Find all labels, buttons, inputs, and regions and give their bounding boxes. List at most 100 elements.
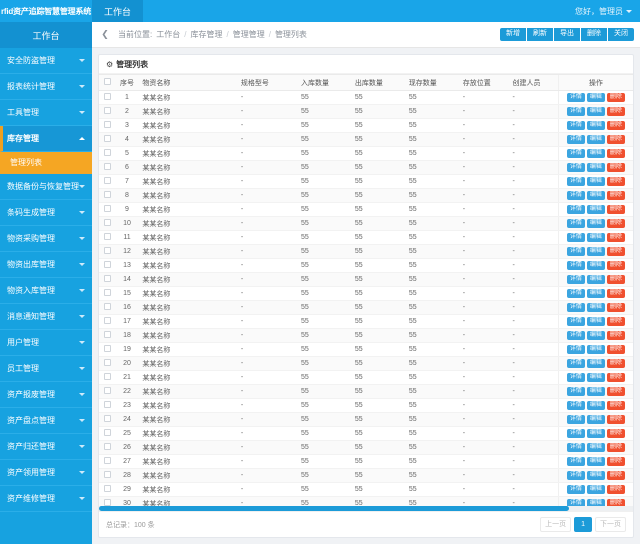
add-button[interactable]: 新增 xyxy=(500,28,526,41)
edit-button[interactable]: 编辑 xyxy=(586,288,605,299)
edit-button[interactable]: 编辑 xyxy=(586,484,605,495)
row-checkbox[interactable] xyxy=(103,415,111,422)
table-row[interactable]: 17 某某名称 -55 55 55- - 详情 编辑 删除 xyxy=(99,314,633,329)
sidebar-item-security[interactable]: 安全防盗管理 xyxy=(0,48,92,74)
breadcrumb-item-2[interactable]: 管理管理 xyxy=(233,29,265,40)
column-header-index[interactable]: 序号 xyxy=(115,74,139,91)
table-row[interactable]: 7 某某名称 -55 55 55- - 详情 编辑 删除 xyxy=(99,174,633,189)
detail-button[interactable]: 详情 xyxy=(566,148,585,159)
delete-button[interactable]: 删除 xyxy=(581,28,607,41)
export-button[interactable]: 导出 xyxy=(554,28,580,41)
table-row[interactable]: 6 某某名称 -55 55 55- - 详情 编辑 删除 xyxy=(99,160,633,175)
edit-button[interactable]: 编辑 xyxy=(586,358,605,369)
edit-button[interactable]: 编辑 xyxy=(586,162,605,173)
table-row[interactable]: 12 某某名称 -55 55 55- - 详情 编辑 删除 xyxy=(99,244,633,259)
sidebar-item-users[interactable]: 用户管理 xyxy=(0,330,92,356)
table-row[interactable]: 5 某某名称 -55 55 55- - 详情 编辑 删除 xyxy=(99,146,633,161)
edit-button[interactable]: 编辑 xyxy=(586,176,605,187)
delete-button[interactable]: 删除 xyxy=(606,302,625,313)
row-checkbox[interactable] xyxy=(103,93,111,100)
detail-button[interactable]: 详情 xyxy=(566,204,585,215)
detail-button[interactable]: 详情 xyxy=(566,386,585,397)
delete-button[interactable]: 删除 xyxy=(606,190,625,201)
sidebar-item-inbound[interactable]: 物资入库管理 xyxy=(0,278,92,304)
row-checkbox[interactable] xyxy=(103,205,111,212)
delete-button[interactable]: 删除 xyxy=(606,288,625,299)
detail-button[interactable]: 详情 xyxy=(566,260,585,271)
edit-button[interactable]: 编辑 xyxy=(586,372,605,383)
detail-button[interactable]: 详情 xyxy=(566,176,585,187)
edit-button[interactable]: 编辑 xyxy=(586,302,605,313)
table-row[interactable]: 20 某某名称 -55 55 55- - 详情 编辑 删除 xyxy=(99,356,633,371)
delete-button[interactable]: 删除 xyxy=(606,344,625,355)
sidebar-item-employees[interactable]: 员工管理 xyxy=(0,356,92,382)
edit-button[interactable]: 编辑 xyxy=(586,148,605,159)
detail-button[interactable]: 详情 xyxy=(566,134,585,145)
edit-button[interactable]: 编辑 xyxy=(586,428,605,439)
delete-button[interactable]: 删除 xyxy=(606,316,625,327)
edit-button[interactable]: 编辑 xyxy=(586,120,605,131)
row-checkbox[interactable] xyxy=(103,317,111,324)
detail-button[interactable]: 详情 xyxy=(566,428,585,439)
column-header-creator[interactable]: 创建人员 xyxy=(508,74,559,91)
sidebar-item-maintenance[interactable]: 资产维修管理 xyxy=(0,486,92,512)
detail-button[interactable]: 详情 xyxy=(566,400,585,411)
edit-button[interactable]: 编辑 xyxy=(586,92,605,103)
edit-button[interactable]: 编辑 xyxy=(586,442,605,453)
refresh-button[interactable]: 刷新 xyxy=(527,28,553,41)
table-row[interactable]: 27 某某名称 -55 55 55- - 详情 编辑 删除 xyxy=(99,454,633,469)
column-header-name[interactable]: 物资名称 xyxy=(138,74,237,91)
sidebar-item-inventory[interactable]: 库存管理 xyxy=(0,126,92,152)
next-page-button[interactable]: 下一页 xyxy=(595,516,626,533)
edit-button[interactable]: 编辑 xyxy=(586,414,605,425)
row-checkbox[interactable] xyxy=(103,107,111,114)
delete-button[interactable]: 删除 xyxy=(606,414,625,425)
edit-button[interactable]: 编辑 xyxy=(586,498,605,506)
table-row[interactable]: 25 某某名称 -55 55 55- - 详情 编辑 删除 xyxy=(99,426,633,441)
table-row[interactable]: 14 某某名称 -55 55 55- - 详情 编辑 删除 xyxy=(99,272,633,287)
sidebar-item-backup[interactable]: 数据备份与恢复管理 xyxy=(0,174,92,200)
sidebar-item-outbound[interactable]: 物资出库管理 xyxy=(0,252,92,278)
delete-button[interactable]: 删除 xyxy=(606,106,625,117)
column-header-location[interactable]: 存放位置 xyxy=(458,74,509,91)
detail-button[interactable]: 详情 xyxy=(566,274,585,285)
detail-button[interactable]: 详情 xyxy=(566,498,585,506)
table-row[interactable]: 30 某某名称 -55 55 55- - 详情 编辑 删除 xyxy=(99,496,633,506)
detail-button[interactable]: 详情 xyxy=(566,106,585,117)
delete-button[interactable]: 删除 xyxy=(606,498,625,506)
row-checkbox[interactable] xyxy=(103,401,111,408)
row-checkbox[interactable] xyxy=(103,485,111,492)
row-checkbox[interactable] xyxy=(103,387,111,394)
detail-button[interactable]: 详情 xyxy=(566,218,585,229)
sidebar-item-reports[interactable]: 报表统计管理 xyxy=(0,74,92,100)
delete-button[interactable]: 删除 xyxy=(606,484,625,495)
row-checkbox[interactable] xyxy=(103,191,111,198)
sidebar-item-barcode[interactable]: 条码生成管理 xyxy=(0,200,92,226)
scrollbar-thumb[interactable] xyxy=(99,506,569,511)
detail-button[interactable]: 详情 xyxy=(566,92,585,103)
row-checkbox[interactable] xyxy=(103,275,111,282)
delete-button[interactable]: 删除 xyxy=(606,92,625,103)
detail-button[interactable]: 详情 xyxy=(566,484,585,495)
user-menu[interactable]: 您好，管理员 xyxy=(575,0,640,22)
delete-button[interactable]: 删除 xyxy=(606,260,625,271)
detail-button[interactable]: 详情 xyxy=(566,330,585,341)
breadcrumb-item-1[interactable]: 库存管理 xyxy=(190,29,222,40)
table-row[interactable]: 15 某某名称 -55 55 55- - 详情 编辑 删除 xyxy=(99,286,633,301)
row-checkbox[interactable] xyxy=(103,443,111,450)
chevron-left-icon[interactable]: ❮ xyxy=(98,28,112,42)
row-checkbox[interactable] xyxy=(103,359,111,366)
table-row[interactable]: 8 某某名称 -55 55 55- - 详情 编辑 删除 xyxy=(99,188,633,203)
edit-button[interactable]: 编辑 xyxy=(586,246,605,257)
row-checkbox[interactable] xyxy=(103,457,111,464)
table-row[interactable]: 16 某某名称 -55 55 55- - 详情 编辑 删除 xyxy=(99,300,633,315)
detail-button[interactable]: 详情 xyxy=(566,190,585,201)
delete-button[interactable]: 删除 xyxy=(606,162,625,173)
delete-button[interactable]: 删除 xyxy=(606,176,625,187)
delete-button[interactable]: 删除 xyxy=(606,148,625,159)
sidebar-item-requisition[interactable]: 资产领用管理 xyxy=(0,460,92,486)
detail-button[interactable]: 详情 xyxy=(566,302,585,313)
table-row[interactable]: 9 某某名称 -55 55 55- - 详情 编辑 删除 xyxy=(99,202,633,217)
table-row[interactable]: 1 某某名称 -55 55 55- - 详情 编辑 删除 xyxy=(99,90,633,105)
table-row[interactable]: 3 某某名称 -55 55 55- - 详情 编辑 删除 xyxy=(99,118,633,133)
